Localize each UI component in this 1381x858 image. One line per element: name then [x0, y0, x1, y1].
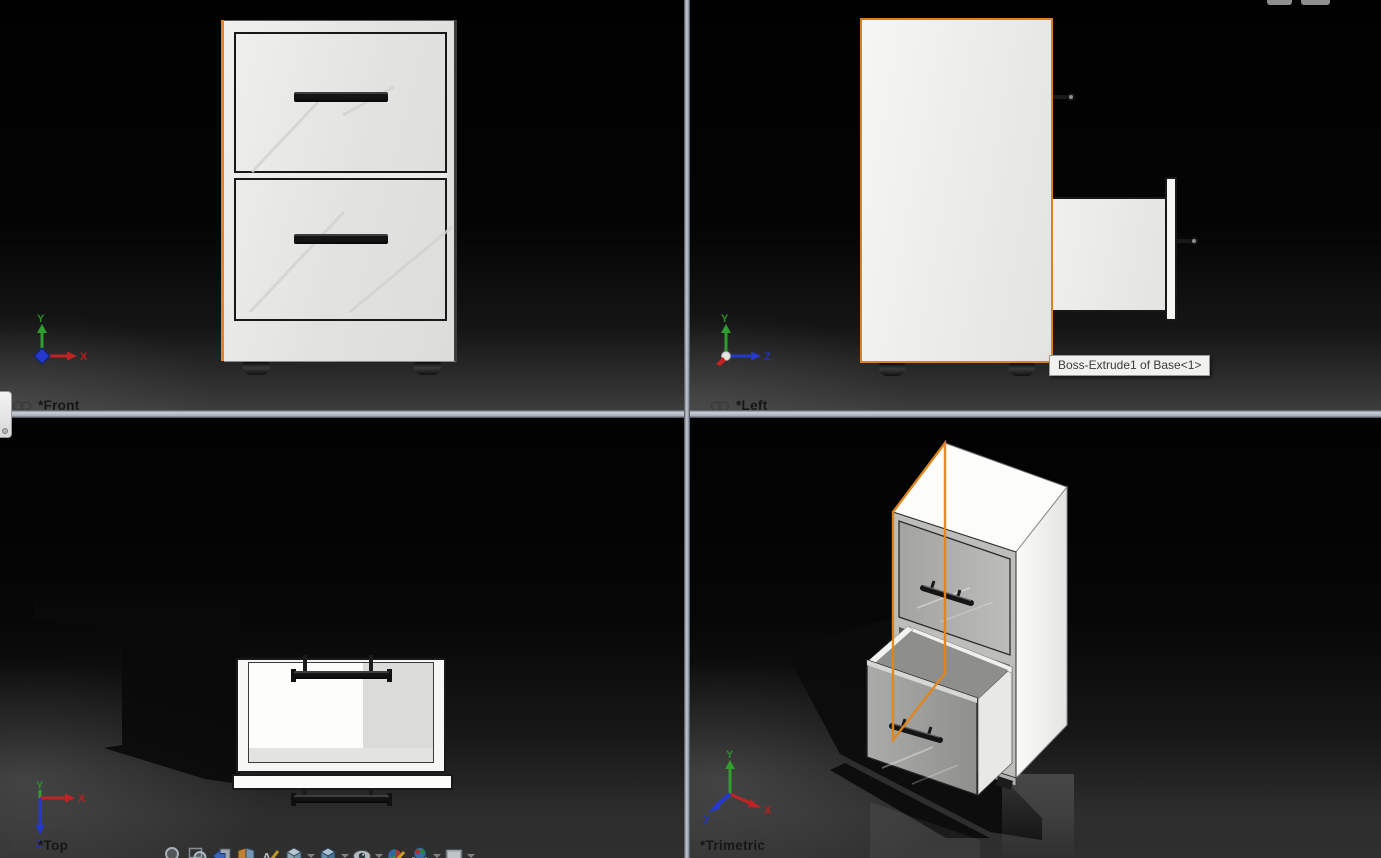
- y-axis-label: Y: [721, 313, 729, 325]
- heads-up-toolbar: A: [162, 842, 476, 858]
- open-drawer-box-side[interactable]: [1053, 197, 1165, 312]
- previous-view-icon[interactable]: [210, 844, 234, 858]
- orientation-triad: Y Z: [716, 313, 771, 366]
- x-axis-label: X: [78, 793, 86, 805]
- drawer-interior-shading: [249, 748, 433, 762]
- y-axis-label: Y: [36, 780, 44, 792]
- viewport-left[interactable]: Y Z *Left Boss-Extrude1 of Base<1>: [690, 0, 1381, 413]
- view-orientation-dropdown[interactable]: [306, 844, 316, 858]
- x-axis: [729, 792, 753, 806]
- origin-marker: [33, 347, 51, 365]
- cabinet-side-panel-selected[interactable]: [860, 18, 1053, 363]
- z-axis-arrow: [35, 825, 45, 835]
- z-axis-arrow: [751, 351, 761, 361]
- viewport-trimetric[interactable]: Y X Z *Trimetric: [690, 418, 1381, 858]
- viewport-splitter-vertical[interactable]: [684, 0, 690, 858]
- y-axis-label: Y: [37, 313, 45, 325]
- svg-text:A: A: [262, 850, 272, 858]
- orientation-triad: Y X Z: [703, 749, 772, 827]
- cabinet-foot[interactable]: [879, 363, 905, 376]
- streak-line: [250, 100, 320, 174]
- apply-scene-icon[interactable]: [408, 844, 432, 858]
- top-handle-knob[interactable]: [1067, 93, 1075, 101]
- drawer-handle-top-view[interactable]: [294, 671, 389, 679]
- floor-reflection: [1002, 774, 1074, 858]
- cabinet-foot[interactable]: [414, 362, 441, 375]
- viewport-top[interactable]: A Y X Z *Top: [0, 418, 684, 858]
- zoom-to-area-icon[interactable]: [186, 844, 210, 858]
- drawer-handle-knob[interactable]: [1190, 237, 1198, 245]
- open-drawer-front-top[interactable]: [232, 774, 453, 790]
- open-drawer-front-edge[interactable]: [1165, 177, 1177, 321]
- zoom-to-fit-icon[interactable]: [162, 844, 186, 858]
- viewport-front[interactable]: Y X *Front: [0, 0, 684, 413]
- y-axis-arrow: [725, 760, 735, 769]
- x-axis-arrow: [748, 799, 761, 808]
- hide-show-items-dropdown[interactable]: [374, 844, 384, 858]
- window-control-fragment: [1301, 0, 1330, 5]
- view-orientation-icon[interactable]: [282, 844, 306, 858]
- trimetric-scene: [785, 439, 1074, 858]
- x-axis-arrow: [65, 793, 75, 803]
- z-axis-label: Z: [703, 815, 710, 827]
- apply-scene-dropdown[interactable]: [432, 844, 442, 858]
- streak-line: [248, 210, 346, 314]
- viewport-splitter-horizontal[interactable]: [0, 410, 1381, 418]
- drawer-handle-top-view[interactable]: [294, 795, 389, 803]
- y-axis-arrow: [721, 324, 731, 333]
- drawer-handle-top[interactable]: [294, 92, 388, 102]
- cabinet-foot[interactable]: [1009, 363, 1035, 376]
- viewport-name: *Top: [38, 838, 69, 853]
- drawer-handle-bottom[interactable]: [294, 234, 388, 244]
- display-style-icon[interactable]: [316, 844, 340, 858]
- orientation-triad: Y X: [33, 313, 88, 365]
- y-axis-arrow: [37, 324, 47, 333]
- x-axis-label: X: [80, 351, 88, 363]
- window-control-fragment: [1267, 0, 1292, 5]
- reflection-streaks: [248, 85, 453, 314]
- cabinet-shadow: [33, 601, 240, 784]
- x-axis-label: X: [764, 805, 772, 817]
- panel-tab-grip: [2, 428, 8, 434]
- graphics-area: Y X *Front Y Z *Left Boss-Extrude1 of Ba…: [0, 0, 1381, 858]
- feature-tooltip: Boss-Extrude1 of Base<1>: [1049, 355, 1211, 376]
- collapsed-panel-tab[interactable]: [0, 391, 12, 438]
- view-settings-dropdown[interactable]: [466, 844, 476, 858]
- hide-show-items-icon[interactable]: [350, 844, 374, 858]
- y-axis-label: Y: [726, 749, 734, 761]
- cast-shadow-layer: [33, 601, 240, 784]
- z-axis-label: Z: [764, 351, 771, 363]
- cabinet-foot[interactable]: [243, 362, 270, 375]
- edit-appearance-icon[interactable]: [384, 844, 408, 858]
- display-style-dropdown[interactable]: [340, 844, 350, 858]
- linked-views-icon: [12, 840, 32, 851]
- section-view-icon[interactable]: [234, 844, 258, 858]
- view-settings-icon[interactable]: [442, 844, 466, 858]
- viewport-label-row: *Top: [12, 838, 68, 853]
- viewport-name: *Trimetric: [700, 838, 766, 853]
- x-axis-arrow: [67, 351, 77, 361]
- viewport-label-row: *Trimetric: [700, 838, 765, 853]
- dynamic-annotation-views-icon[interactable]: A: [258, 844, 282, 858]
